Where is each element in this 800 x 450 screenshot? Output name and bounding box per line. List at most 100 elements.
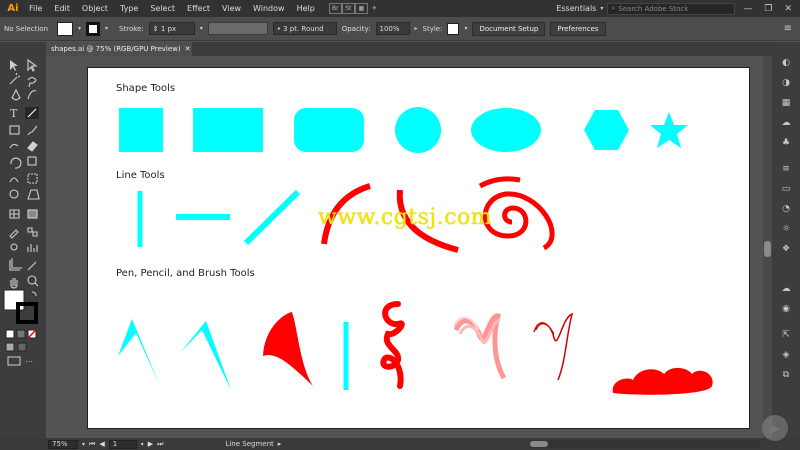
minimize-button[interactable]: — [739, 4, 756, 14]
first-artboard-icon[interactable]: ⏮ [89, 440, 95, 449]
document-setup-button[interactable]: Document Setup [472, 21, 546, 36]
eyedropper-icon [9, 229, 19, 239]
gradient-panel-icon[interactable]: ▭ [778, 182, 794, 196]
close-window-button[interactable]: ✕ [780, 4, 796, 14]
menu-select[interactable]: Select [144, 4, 181, 13]
arrange-documents-button[interactable]: ▦ [354, 3, 368, 14]
search-icon: ⌕ [611, 4, 616, 12]
previous-artboard-icon[interactable]: ◀ [99, 440, 104, 448]
bridge-button[interactable]: Br [328, 3, 342, 14]
maximize-button[interactable]: ❐ [760, 4, 776, 14]
blend-icon [27, 227, 38, 237]
artboard-chevron-down-icon[interactable]: ▾ [141, 441, 144, 448]
graphic-style-swatch[interactable] [447, 22, 460, 35]
color-panel-icon[interactable]: ◑ [778, 76, 794, 90]
variable-width-profile[interactable] [207, 22, 268, 35]
opacity-field[interactable]: 100% [375, 22, 410, 35]
document-tab-title: shapes.ai @ 75% (RGB/GPU Preview) [51, 45, 181, 53]
vertical-scroll-thumb[interactable] [764, 241, 771, 257]
gradient-icon [27, 209, 38, 219]
style-chevron-down-icon[interactable]: ▾ [464, 25, 467, 32]
opacity-chevron-down-icon[interactable]: ▸ [415, 25, 418, 32]
gpu-performance-icon[interactable]: ✈ [368, 3, 381, 14]
artboard-number-field[interactable]: 1 [108, 439, 137, 449]
brush-dot-icon: • [276, 24, 281, 33]
stroke-weight-chevron-down-icon[interactable]: ▾ [200, 25, 203, 32]
stock-button[interactable]: St [341, 3, 355, 14]
watermark-text: www.cgtsj.com [318, 205, 493, 230]
export-icon[interactable]: ⇱ [778, 328, 794, 342]
horizontal-scrollbar[interactable] [530, 440, 760, 448]
lasso-icon [27, 76, 37, 88]
close-tab-icon[interactable]: ✕ [185, 45, 191, 53]
document-tab[interactable]: shapes.ai @ 75% (RGB/GPU Preview) ✕ [46, 42, 192, 56]
zoom-chevron-down-icon[interactable]: ▾ [82, 441, 85, 448]
zoom-icon [27, 275, 37, 285]
stepper-icon[interactable]: ⇕ [153, 25, 159, 33]
libraries-icon[interactable]: ☁ [778, 282, 794, 296]
menu-effect[interactable]: Effect [181, 4, 216, 13]
menu-window[interactable]: Window [247, 4, 291, 13]
rotate-icon [10, 157, 22, 169]
edit-toolbar-icon: ⋯ [25, 357, 33, 366]
menu-view[interactable]: View [216, 4, 247, 13]
menu-object[interactable]: Object [76, 4, 114, 13]
layers-icon[interactable]: ◈ [778, 348, 794, 362]
perspective-icon [27, 189, 40, 200]
transparency-icon[interactable]: ◔ [778, 202, 794, 216]
properties-icon[interactable]: ◐ [778, 56, 794, 70]
zoom-level-field[interactable]: 75% [48, 439, 78, 449]
mesh-icon [9, 209, 20, 219]
appearance-icon[interactable]: ☼ [778, 222, 794, 236]
star-shape [650, 112, 688, 148]
artboard[interactable]: Shape Tools Line Tools Pen, Pencil, and … [87, 67, 750, 429]
fill-swatch[interactable] [57, 21, 73, 36]
stroke-chevron-down-icon[interactable]: ▾ [105, 25, 108, 32]
menu-edit[interactable]: Edit [48, 4, 76, 13]
column-graph-icon [27, 244, 38, 252]
preferences-button[interactable]: Preferences [550, 21, 606, 36]
next-artboard-icon[interactable]: ▶ [148, 440, 153, 448]
diagonal-line [243, 189, 301, 246]
play-icon[interactable]: ▶ [762, 415, 788, 441]
last-artboard-icon[interactable]: ⏭ [157, 440, 163, 449]
graphic-styles-icon[interactable]: ❖ [778, 242, 794, 256]
scale-icon [27, 156, 37, 166]
curvature-icon [27, 90, 37, 100]
pen-path-2 [180, 321, 231, 390]
spiral-line [482, 191, 555, 251]
cc-libraries-icon[interactable]: ◉ [778, 302, 794, 316]
gradient-mode-icon [16, 329, 26, 339]
menu-type[interactable]: Type [114, 4, 144, 13]
selection-icon [10, 60, 18, 71]
shaper-icon [9, 143, 19, 149]
spiral-top-arc [478, 176, 521, 189]
status-bar: 75% ▾ ⏮ ◀ 1 ▾ ▶ ⏭ Line Segment ▸ [0, 438, 800, 450]
workspace-switcher[interactable]: Essentials [556, 4, 596, 13]
stroke-swatch[interactable] [86, 21, 101, 36]
calligraphic-brush-stroke [533, 312, 574, 381]
fill-chevron-down-icon[interactable]: ▾ [78, 25, 81, 32]
swatches-icon[interactable]: ▦ [778, 96, 794, 110]
panel-menu-icon[interactable]: ≡ [784, 23, 792, 34]
stroke-panel-icon[interactable]: ≡ [778, 162, 794, 176]
menu-help[interactable]: Help [291, 4, 321, 13]
fill-color-swatch [3, 289, 25, 311]
symbol-sprayer-icon [10, 243, 18, 251]
symbols-icon[interactable]: ♣ [778, 136, 794, 150]
square-shape [119, 108, 163, 152]
blob-brush-stroke [453, 313, 507, 380]
workspace-chevron-down-icon[interactable]: ▾ [600, 5, 603, 12]
stroke-weight-field[interactable]: ⇕ 1 px [148, 22, 195, 35]
stock-search-input[interactable]: ⌕ Search Adobe Stock [607, 2, 736, 15]
vertical-scrollbar[interactable] [763, 56, 772, 438]
style-label: Style: [422, 24, 443, 33]
brush-definition-field[interactable]: • 3 pt. Round [272, 22, 337, 35]
artboards-panel-icon[interactable]: ⧉ [778, 368, 794, 382]
free-transform-icon [27, 173, 38, 184]
status-menu-chevron-icon[interactable]: ▸ [278, 440, 282, 448]
horizontal-scroll-thumb[interactable] [530, 441, 548, 447]
brushes-icon[interactable]: ☁ [778, 116, 794, 130]
pencil-squiggle [380, 301, 405, 389]
menu-file[interactable]: File [23, 4, 48, 13]
